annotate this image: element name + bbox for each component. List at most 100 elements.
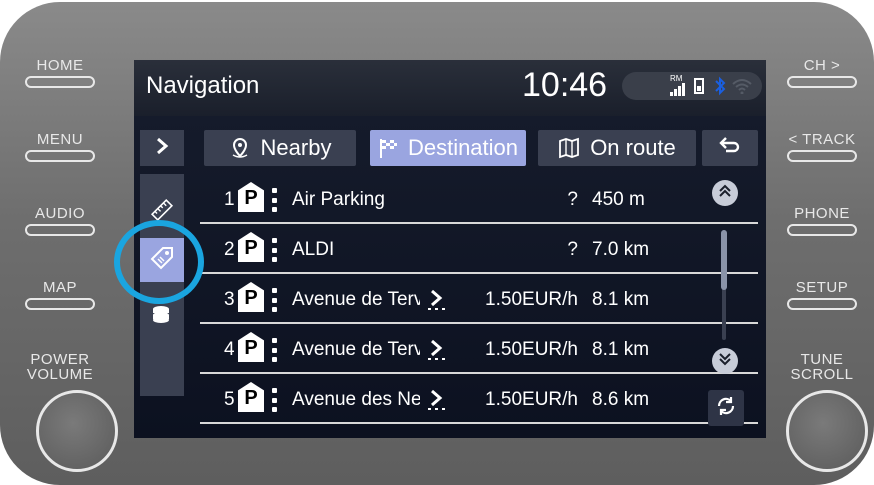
result-index: 5 [224, 389, 235, 410]
checkered-flag-icon [378, 137, 398, 159]
home-hardkey-pill [25, 76, 95, 88]
result-price: 1.50EUR/h [485, 339, 578, 360]
power-label: POWER [30, 351, 90, 368]
parking-icon: P [238, 182, 264, 212]
result-distance: 8.6 km [592, 389, 650, 410]
result-price: 1.50EUR/h [485, 289, 578, 310]
track-prev-hardkey-pill [787, 150, 857, 162]
wifi-icon [732, 78, 752, 99]
tune-scroll-knob[interactable] [786, 390, 868, 472]
audio-hardkey-label: AUDIO [34, 205, 85, 222]
result-name: ALDI [292, 239, 335, 260]
result-row-4[interactable]: 4 P Avenue de Terv 1.50EUR/h 8.1 km [200, 326, 758, 374]
power-volume-knob[interactable] [36, 390, 118, 472]
route-map-icon [558, 137, 580, 159]
result-index: 1 [224, 189, 235, 210]
parking-levels-icon[interactable] [150, 304, 172, 331]
result-distance: 8.1 km [592, 289, 650, 310]
audio-hardkey-pill [25, 224, 95, 236]
result-row-2[interactable]: 2 P ALDI ? 7.0 km [200, 226, 758, 274]
volume-label: VOLUME [26, 366, 94, 383]
phone-battery-icon [694, 78, 704, 99]
tab-destination[interactable]: Destination [370, 130, 526, 166]
menu-hardkey[interactable]: MENU [15, 132, 105, 162]
ch-next-hardkey-label: CH > [803, 57, 841, 74]
result-row-1[interactable]: 1 P Air Parking ? 450 m [200, 176, 758, 224]
result-distance: 7.0 km [592, 239, 650, 260]
show-more-arrow-icon[interactable] [426, 389, 448, 411]
scroll-up-button[interactable] [712, 180, 738, 206]
main-panel: Nearby Destination On route 1 P Air Park… [134, 116, 766, 438]
result-index: 4 [224, 339, 235, 360]
refresh-button[interactable] [708, 390, 744, 426]
phone-hardkey-label: PHONE [794, 205, 850, 222]
result-price: ? [567, 189, 578, 210]
show-more-arrow-icon[interactable] [426, 339, 448, 361]
tab-nearby-label: Nearby [260, 135, 332, 160]
result-name: Avenue de Terv [292, 339, 420, 360]
parking-icon: P [238, 232, 264, 262]
menu-hardkey-pill [25, 150, 95, 162]
result-price: ? [567, 239, 578, 260]
scrollbar-thumb[interactable] [721, 230, 727, 290]
status-indicators: RM [622, 72, 762, 100]
result-name: Avenue des Ne [292, 389, 420, 410]
result-row-3[interactable]: 3 P Avenue de Terv 1.50EUR/h 8.1 km [200, 276, 758, 324]
audio-hardkey[interactable]: AUDIO [15, 206, 105, 236]
home-hardkey[interactable]: HOME [15, 58, 105, 88]
chevron-right-icon [155, 137, 169, 160]
result-name: Air Parking [292, 189, 385, 210]
more-options-icon [272, 388, 278, 412]
power-volume-label: POWER VOLUME [15, 352, 105, 382]
result-distance: 450 m [592, 189, 645, 210]
more-options-icon [272, 188, 278, 212]
head-unit-bezel: HOME MENU AUDIO MAP POWER VOLUME CH > < … [0, 2, 874, 485]
back-arrow-icon [718, 135, 742, 161]
ch-next-hardkey[interactable]: CH > [777, 58, 867, 88]
track-prev-hardkey-label: < TRACK [788, 131, 856, 148]
tab-nearby[interactable]: Nearby [204, 130, 356, 166]
parking-icon: P [238, 282, 264, 312]
map-hardkey[interactable]: MAP [15, 280, 105, 310]
tune-scroll-label: TUNE SCROLL [777, 352, 867, 382]
more-options-icon [272, 338, 278, 362]
result-name: Avenue de Terv [292, 289, 420, 310]
more-options-icon [272, 288, 278, 312]
result-index: 2 [224, 239, 235, 260]
double-chevron-down-icon [718, 352, 732, 371]
result-price: 1.50EUR/h [485, 389, 578, 410]
setup-hardkey-label: SETUP [795, 279, 849, 296]
page-title: Navigation [146, 72, 260, 99]
map-pin-icon [229, 137, 251, 159]
refresh-icon [715, 395, 737, 422]
track-prev-hardkey[interactable]: < TRACK [777, 132, 867, 162]
show-more-arrow-icon[interactable] [426, 289, 448, 311]
menu-hardkey-label: MENU [36, 131, 84, 148]
setup-hardkey[interactable]: SETUP [777, 280, 867, 310]
expand-button[interactable] [140, 130, 184, 166]
tab-destination-label: Destination [407, 135, 519, 160]
tab-on-route-label: On route [590, 135, 676, 160]
display-screen: Navigation 10:46 RM Nearby Destination O… [134, 60, 766, 438]
clock: 10:46 [522, 66, 608, 104]
parking-icon: P [238, 332, 264, 362]
setup-hardkey-pill [787, 298, 857, 310]
phone-hardkey-pill [787, 224, 857, 236]
more-options-icon [272, 238, 278, 262]
status-bar: Navigation 10:46 RM [134, 60, 766, 116]
phone-hardkey[interactable]: PHONE [777, 206, 867, 236]
bluetooth-icon [714, 76, 726, 101]
scroll-down-button[interactable] [712, 348, 738, 374]
result-index: 3 [224, 289, 235, 310]
result-row-5[interactable]: 5 P Avenue des Ne 1.50EUR/h 8.6 km [200, 376, 758, 424]
tune-label: TUNE [800, 351, 844, 368]
map-hardkey-label: MAP [42, 279, 77, 296]
signal-icon [670, 82, 686, 101]
result-distance: 8.1 km [592, 339, 650, 360]
parking-icon: P [238, 382, 264, 412]
map-hardkey-pill [25, 298, 95, 310]
home-hardkey-label: HOME [36, 57, 84, 74]
back-button[interactable] [702, 130, 758, 166]
double-chevron-up-icon [718, 184, 732, 203]
tab-on-route[interactable]: On route [538, 130, 696, 166]
